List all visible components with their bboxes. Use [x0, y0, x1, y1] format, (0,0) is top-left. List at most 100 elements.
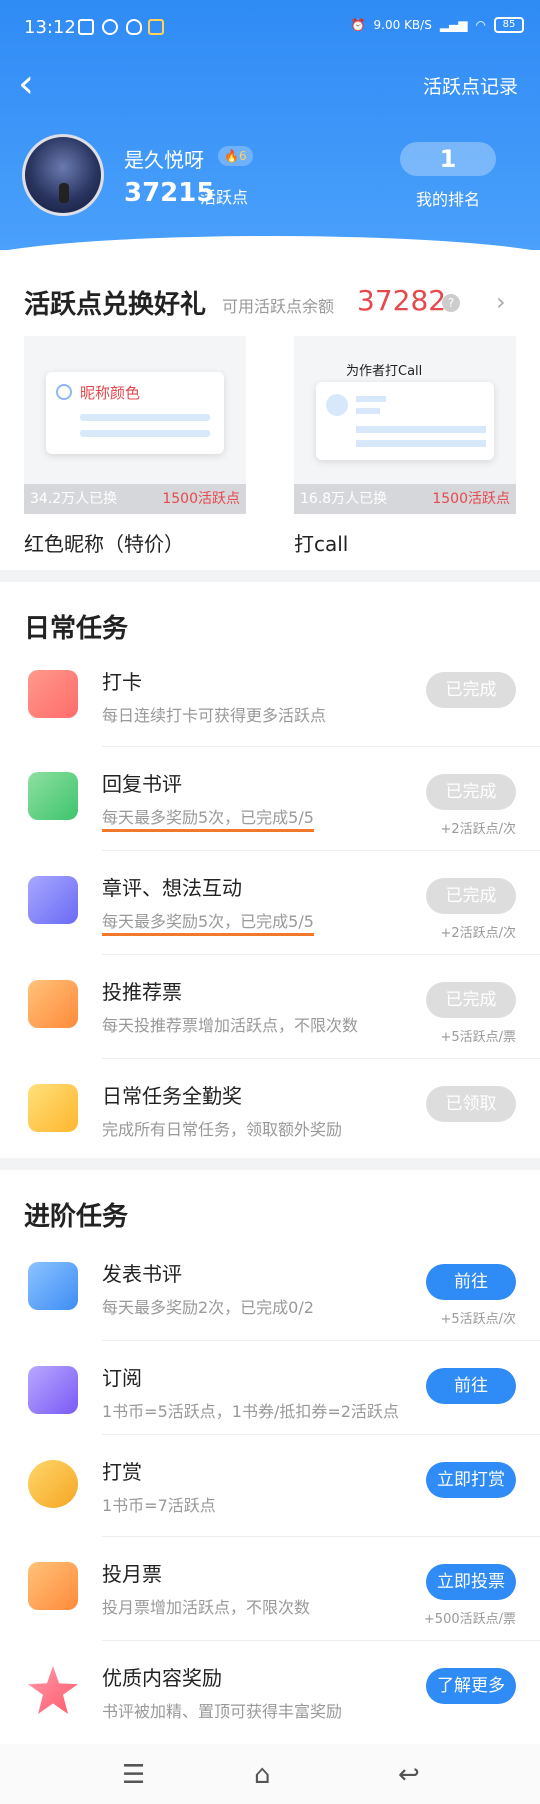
task-monthly-vote: 投月票 投月票增加活跃点，不限次数 立即投票 +500活跃点/票: [0, 1538, 540, 1640]
document-icon: [28, 1262, 78, 1310]
task-reward: +500活跃点/票: [423, 1612, 516, 1627]
divider: [102, 1434, 540, 1435]
gift-exchange-count: 16.8万人已换: [300, 491, 388, 507]
task-status-button[interactable]: 已完成: [426, 672, 516, 708]
task-desc: 每日连续打卡可获得更多活跃点: [102, 706, 327, 725]
task-name: 打赏: [102, 1460, 142, 1484]
task-status-button[interactable]: 已完成: [426, 878, 516, 914]
task-chapter-comment: 章评、想法互动 每天最多奖励5次，已完成5/5 已完成 +2活跃点/次: [0, 852, 540, 954]
vote-now-button[interactable]: 立即投票: [426, 1564, 516, 1600]
help-icon[interactable]: ?: [442, 294, 460, 312]
task-name: 投推荐票: [102, 980, 182, 1004]
section-divider: [0, 570, 540, 582]
gift-card-call[interactable]: 为作者打Call 16.8万人已换 1500活跃点: [294, 336, 516, 514]
ticket-icon: [28, 1562, 78, 1610]
avatar[interactable]: [22, 134, 104, 216]
task-name: 发表书评: [102, 1262, 182, 1286]
task-name: 打卡: [102, 670, 142, 694]
gallery-icon: [78, 19, 94, 35]
task-name: 优质内容奖励: [102, 1666, 222, 1690]
gift-preview: [316, 382, 494, 460]
gift-name[interactable]: 打call: [294, 528, 348, 557]
qq-icon: [126, 19, 142, 35]
weibo-icon: [148, 19, 164, 35]
divider: [102, 1058, 540, 1059]
my-rank-label[interactable]: 我的排名: [400, 186, 496, 210]
money-bag-icon: [28, 1460, 78, 1508]
tip-now-button[interactable]: 立即打赏: [426, 1462, 516, 1498]
task-quality-content: 优质内容奖励 书评被加精、置顶可获得丰富奖励 了解更多: [0, 1642, 540, 1744]
home-icon[interactable]: ⌂: [254, 1760, 271, 1790]
signal-icon: ▂▄▆: [439, 18, 468, 32]
gift-price: 1500活跃点: [162, 491, 240, 507]
wechat-icon: [102, 19, 118, 35]
gift-info-bar: 16.8万人已换 1500活跃点: [294, 484, 516, 514]
system-nav-bar: ☰ ⌂ ↩: [0, 1744, 540, 1804]
back-icon[interactable]: ↩: [398, 1760, 420, 1790]
menu-icon[interactable]: ☰: [122, 1760, 145, 1790]
task-desc: 完成所有日常任务，领取额外奖励: [102, 1120, 343, 1139]
balance-value: 37282: [357, 284, 447, 317]
section-divider: [0, 1158, 540, 1170]
exchange-section: 活跃点兑换好礼 可用活跃点余额 37282 ? › 昵称颜色 34.2万人已换 …: [0, 250, 540, 570]
status-time: 13:12: [24, 17, 76, 38]
task-status-button[interactable]: 已完成: [426, 982, 516, 1018]
gift-preview: 昵称颜色: [46, 372, 224, 454]
activity-points-label: 活跃点: [200, 188, 249, 207]
task-recommend-vote: 投推荐票 每天投推荐票增加活跃点，不限次数 已完成 +5活跃点/票: [0, 956, 540, 1058]
gift-exchange-count: 34.2万人已换: [30, 491, 118, 507]
back-arrow-icon[interactable]: ‹: [18, 64, 58, 104]
task-subscribe: 订阅 1书币=5活跃点，1书券/抵扣券=2活跃点 前往: [0, 1342, 540, 1444]
star-icon: [28, 1666, 78, 1714]
task-desc: 每天投推荐票增加活跃点，不限次数: [102, 1016, 359, 1035]
battery-icon: 85: [494, 17, 524, 33]
user-icon: [56, 384, 72, 400]
task-desc: 每天最多奖励2次，已完成0/2: [102, 1298, 314, 1317]
divider: [102, 1640, 540, 1641]
task-desc: 每天最多奖励5次，已完成5/5: [102, 908, 314, 936]
task-reply-review: 回复书评 每天最多奖励5次，已完成5/5 已完成 +2活跃点/次: [0, 748, 540, 850]
exchange-title: 活跃点兑换好礼: [24, 290, 207, 320]
task-reward: +5活跃点/次: [440, 1312, 516, 1327]
activity-record-link[interactable]: 活跃点记录: [423, 72, 518, 99]
task-post-review: 发表书评 每天最多奖励2次，已完成0/2 前往 +5活跃点/次: [0, 1238, 540, 1340]
task-reward: +5活跃点/票: [440, 1030, 516, 1045]
gift-preview-text: 为作者打Call: [346, 364, 423, 379]
alarm-icon: ⏰: [350, 18, 366, 32]
my-rank-value[interactable]: 1: [400, 142, 496, 176]
flame-icon: 🔥: [224, 149, 239, 163]
task-reward: +2活跃点/次: [440, 822, 516, 837]
task-checkin: 打卡 每日连续打卡可获得更多活跃点 已完成: [0, 646, 540, 748]
username: 是久悦呀: [124, 148, 204, 172]
divider: [102, 954, 540, 955]
bookmark-plus-icon: [28, 1366, 78, 1414]
divider: [102, 746, 540, 747]
go-button[interactable]: 前往: [426, 1368, 516, 1404]
task-desc: 1书币=7活跃点: [102, 1496, 216, 1515]
chevron-right-icon[interactable]: ›: [496, 288, 506, 316]
divider: [102, 850, 540, 851]
network-speed: 9.00 KB/S: [373, 18, 432, 32]
level-badge: 🔥6: [218, 146, 253, 166]
calendar-check-icon: [28, 670, 78, 718]
gift-price: 1500活跃点: [432, 491, 510, 507]
task-status-button[interactable]: 已完成: [426, 774, 516, 810]
task-name: 回复书评: [102, 772, 182, 796]
task-desc: 书评被加精、置顶可获得丰富奖励: [102, 1702, 343, 1721]
task-name: 日常任务全勤奖: [102, 1084, 242, 1108]
chat-bubble-icon: [28, 772, 78, 820]
task-name: 投月票: [102, 1562, 162, 1586]
gift-info-bar: 34.2万人已换 1500活跃点: [24, 484, 246, 514]
go-button[interactable]: 前往: [426, 1264, 516, 1300]
task-name: 订阅: [102, 1366, 142, 1390]
document-stack-icon: [28, 876, 78, 924]
task-desc: 每天最多奖励5次，已完成5/5: [102, 804, 314, 832]
wifi-icon: ◠: [475, 18, 486, 32]
gift-name[interactable]: 红色昵称（特价）: [24, 528, 184, 557]
divider: [102, 1536, 540, 1537]
gift-card-red-nickname[interactable]: 昵称颜色 34.2万人已换 1500活跃点: [24, 336, 246, 514]
task-status-button[interactable]: 已领取: [426, 1086, 516, 1122]
daily-tasks-title: 日常任务: [24, 614, 129, 644]
gift-preview-text: 昵称颜色: [80, 384, 141, 402]
learn-more-button[interactable]: 了解更多: [426, 1668, 516, 1704]
